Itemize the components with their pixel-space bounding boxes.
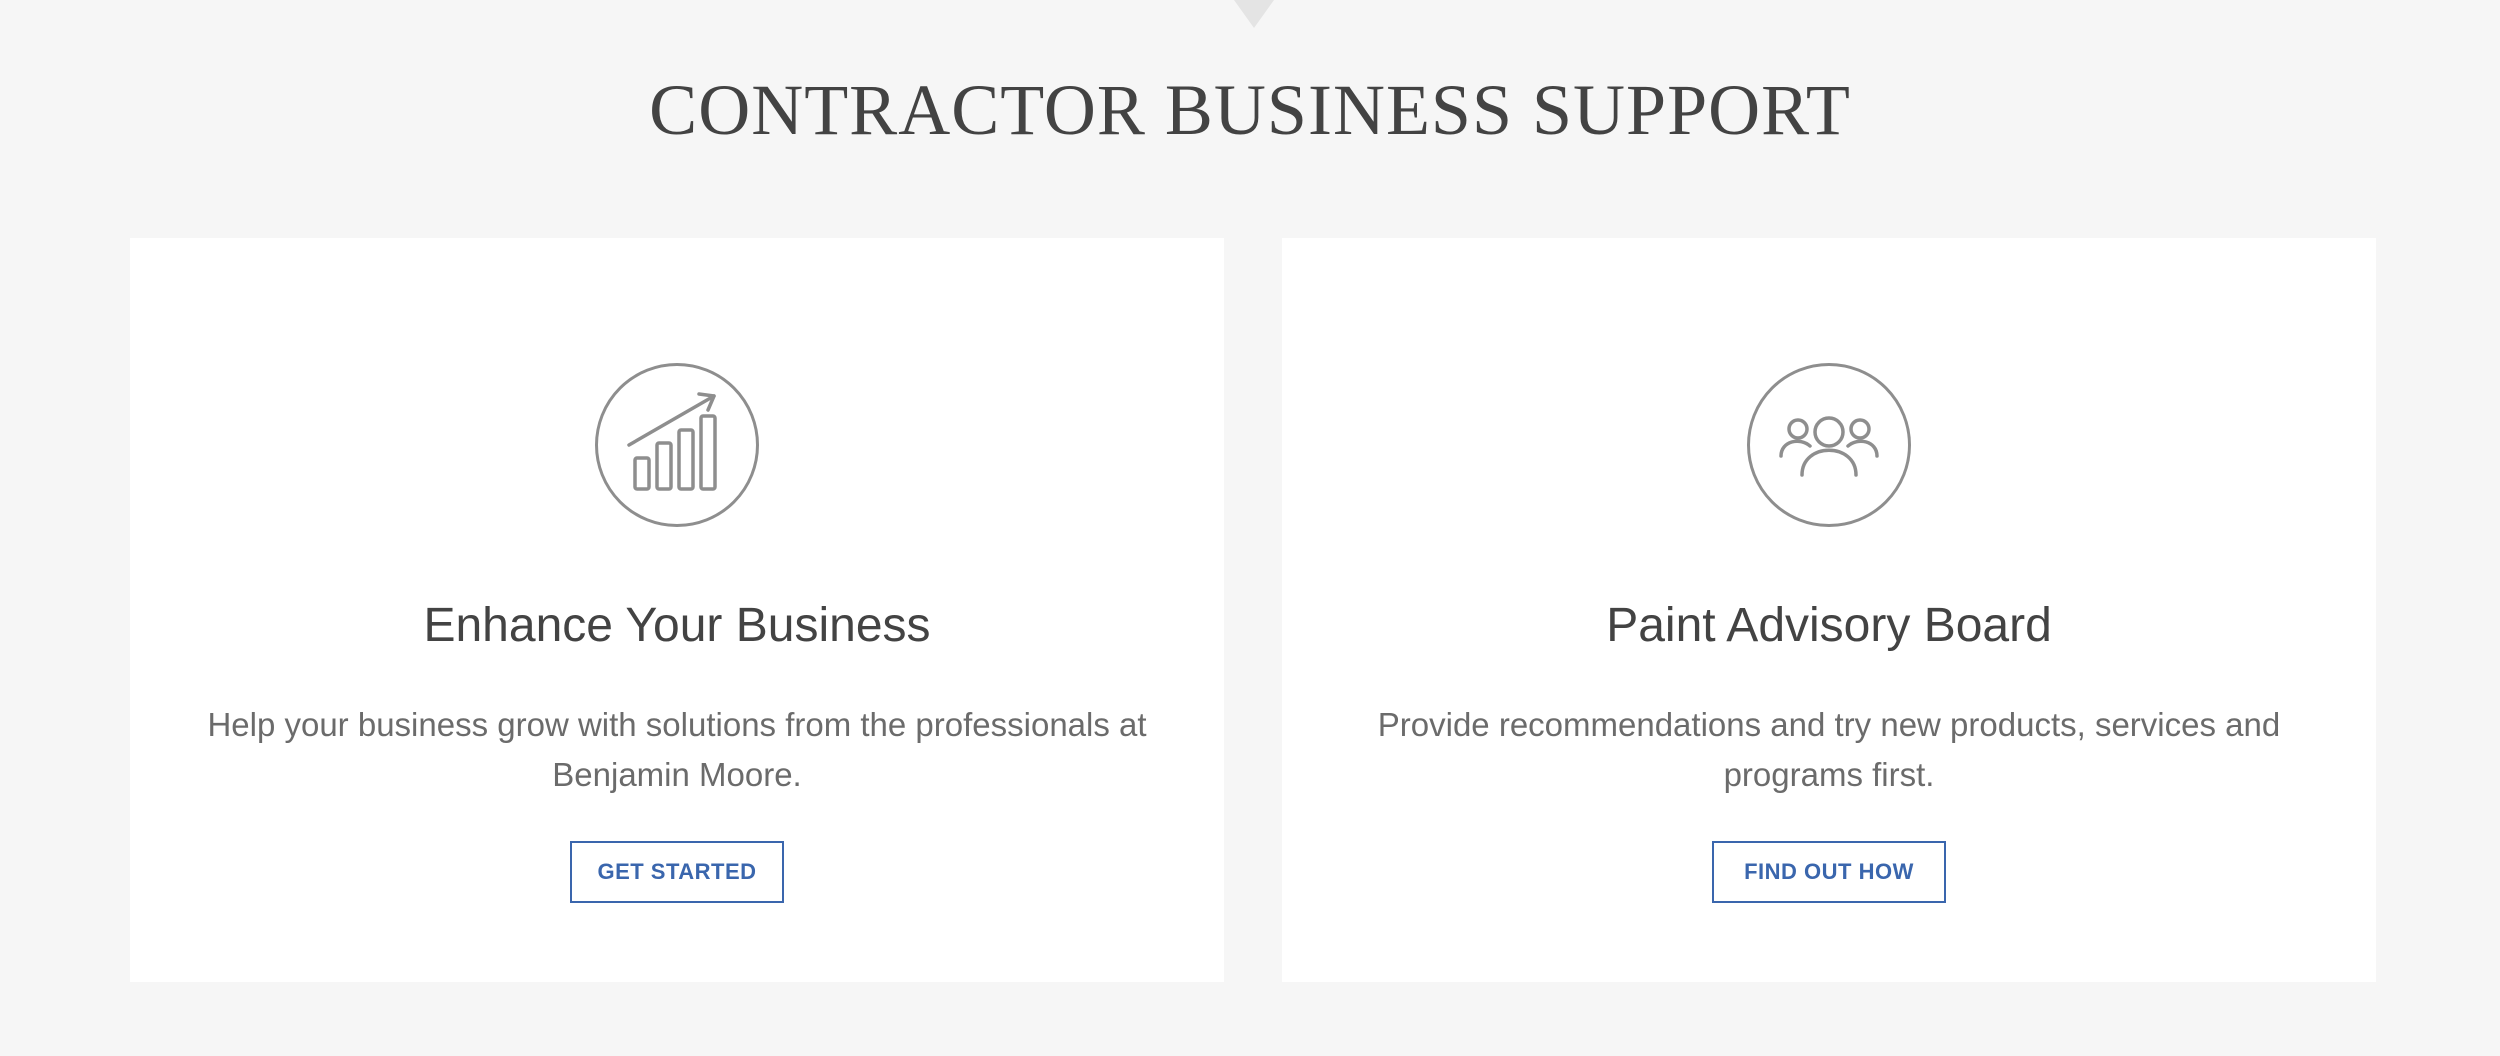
card-title: Enhance Your Business (423, 599, 931, 652)
growth-chart-icon (595, 363, 759, 527)
card-enhance-business: Enhance Your Business Help your business… (130, 238, 1224, 982)
section-pointer-notch (1234, 0, 1274, 28)
group-people-icon (1747, 363, 1911, 527)
card-description: Provide recommendations and try new prod… (1377, 706, 2281, 793)
find-out-how-button[interactable]: FIND OUT HOW (1712, 841, 1946, 903)
get-started-button[interactable]: GET STARTED (570, 841, 784, 903)
card-title: Paint Advisory Board (1606, 599, 2052, 652)
card-paint-advisory-board: Paint Advisory Board Provide recommendat… (1282, 238, 2376, 982)
card-description: Help your business grow with solutions f… (207, 706, 1147, 793)
section-title: CONTRACTOR BUSINESS SUPPORT (649, 70, 1851, 150)
